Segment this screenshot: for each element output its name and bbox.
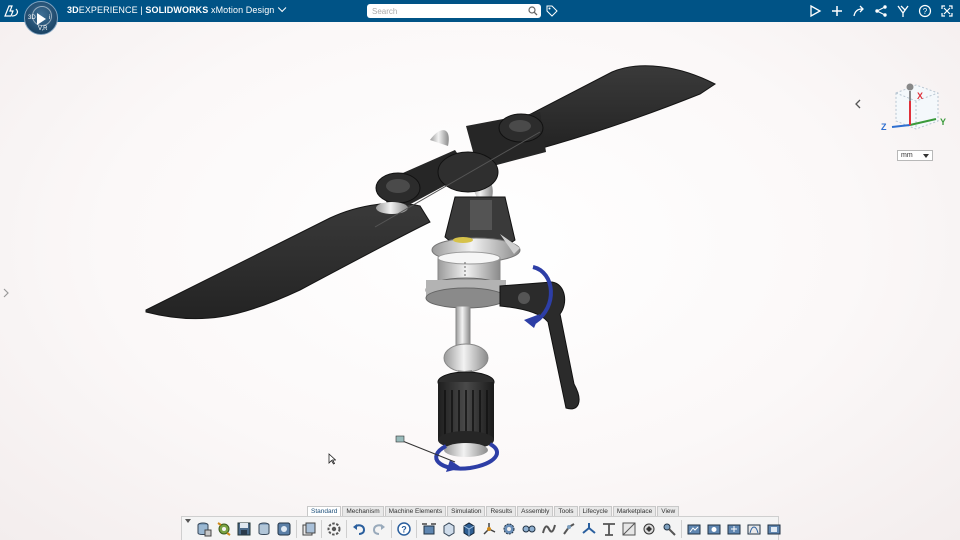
tab-tools[interactable]: Tools bbox=[554, 506, 578, 516]
part-icon[interactable] bbox=[461, 521, 477, 537]
linkage-icon[interactable] bbox=[561, 521, 577, 537]
action-bar-tabs: Standard Mechanism Machine Elements Simu… bbox=[307, 506, 680, 516]
app-name: xMotion Design bbox=[208, 5, 275, 15]
mechanism-icon[interactable] bbox=[421, 521, 437, 537]
helicopter-rotor-model[interactable] bbox=[0, 22, 960, 502]
search-input[interactable] bbox=[367, 4, 541, 18]
nav-axis-z bbox=[891, 124, 911, 128]
motion2-icon[interactable] bbox=[706, 521, 722, 537]
robot-icon[interactable] bbox=[661, 521, 677, 537]
search-icon[interactable] bbox=[528, 6, 538, 16]
save-icon[interactable] bbox=[236, 521, 252, 537]
bearing bbox=[443, 343, 489, 373]
unit-select[interactable]: mm bbox=[897, 150, 933, 161]
brand-product: SOLIDWORKS bbox=[145, 5, 209, 15]
top-bar-actions: ? bbox=[808, 4, 954, 18]
social-icon[interactable] bbox=[874, 4, 888, 18]
compass-widget[interactable]: 3D i V,R bbox=[24, 1, 58, 35]
nav-label-z: Z bbox=[881, 122, 887, 132]
unit-value: mm bbox=[901, 152, 913, 159]
mouse-cursor-icon bbox=[328, 453, 336, 465]
tab-lifecycle[interactable]: Lifecycle bbox=[578, 506, 612, 516]
motion5-icon[interactable] bbox=[766, 521, 782, 537]
play-icon[interactable] bbox=[808, 4, 822, 18]
apps-icon[interactable] bbox=[896, 4, 910, 18]
nav-label-x: X bbox=[917, 91, 923, 101]
navigation-cube[interactable]: X Y Z bbox=[876, 77, 952, 139]
spring-icon[interactable] bbox=[541, 521, 557, 537]
undo-icon[interactable] bbox=[351, 521, 367, 537]
brand-3d: 3D bbox=[67, 5, 79, 15]
main-shaft bbox=[455, 305, 471, 347]
tab-view[interactable]: View bbox=[657, 506, 680, 516]
chevron-down-icon[interactable] bbox=[278, 3, 287, 13]
rotate-joint-icon[interactable] bbox=[581, 521, 597, 537]
share-icon[interactable] bbox=[852, 4, 866, 18]
3d-viewport[interactable]: X Y Z mm bbox=[0, 22, 960, 502]
save-db-icon[interactable] bbox=[196, 521, 212, 537]
tab-machine-elements[interactable]: Machine Elements bbox=[384, 506, 447, 516]
help-icon[interactable]: ? bbox=[918, 4, 932, 18]
motion3-icon[interactable] bbox=[726, 521, 742, 537]
rotor-blade-left bbox=[145, 202, 431, 320]
motion-icon[interactable] bbox=[686, 521, 702, 537]
clamp-lever bbox=[499, 281, 580, 410]
toolbar-separator bbox=[416, 519, 417, 538]
app-title[interactable]: 3DEXPERIENCE | SOLIDWORKS xMotion Design bbox=[67, 3, 287, 15]
fullscreen-icon[interactable] bbox=[940, 4, 954, 18]
help-icon[interactable]: ? bbox=[396, 521, 412, 537]
tag-icon[interactable] bbox=[546, 5, 558, 17]
tab-simulation[interactable]: Simulation bbox=[447, 506, 486, 516]
dropdown-arrow-icon bbox=[923, 154, 929, 158]
analyze-icon[interactable] bbox=[641, 521, 657, 537]
save-local-icon[interactable] bbox=[256, 521, 272, 537]
top-bar: 3DEXPERIENCE | SOLIDWORKS xMotion Design… bbox=[0, 0, 960, 22]
svg-text:?: ? bbox=[401, 524, 407, 534]
svg-text:?: ? bbox=[923, 7, 928, 16]
tab-marketplace[interactable]: Marketplace bbox=[612, 506, 657, 516]
compass-play-icon[interactable] bbox=[37, 13, 46, 25]
brand-experience: EXPERIENCE | bbox=[78, 5, 146, 15]
panel-expand-handle[interactable] bbox=[2, 288, 10, 298]
redo-icon[interactable] bbox=[371, 521, 387, 537]
compass-quadrant-info[interactable]: i bbox=[49, 15, 50, 21]
toolbar-separator bbox=[296, 519, 297, 538]
tab-assembly[interactable]: Assembly bbox=[517, 506, 554, 516]
compass-quadrant-vr[interactable]: V,R bbox=[38, 26, 47, 32]
toolbar-separator bbox=[346, 519, 347, 538]
copy-icon[interactable] bbox=[301, 521, 317, 537]
add-icon[interactable] bbox=[830, 4, 844, 18]
toolbar-separator bbox=[321, 519, 322, 538]
settings-icon[interactable] bbox=[276, 521, 292, 537]
gear-refresh-icon[interactable] bbox=[216, 521, 232, 537]
chevron-left-icon[interactable] bbox=[853, 98, 863, 110]
motion4-icon[interactable] bbox=[746, 521, 762, 537]
slider-icon[interactable] bbox=[601, 521, 617, 537]
action-bar: ? bbox=[181, 516, 782, 540]
collapse-toolbar-icon[interactable] bbox=[185, 519, 191, 523]
grip-clamp-left bbox=[376, 202, 408, 214]
tab-results[interactable]: Results bbox=[486, 506, 517, 516]
belt-icon[interactable] bbox=[621, 521, 637, 537]
dassault-logo-icon[interactable] bbox=[3, 3, 21, 19]
toolbar-separator bbox=[391, 519, 392, 538]
chain-icon[interactable] bbox=[521, 521, 537, 537]
tab-mechanism[interactable]: Mechanism bbox=[342, 506, 384, 516]
tab-standard[interactable]: Standard bbox=[307, 506, 342, 516]
options-icon[interactable] bbox=[326, 521, 342, 537]
joint-icon[interactable] bbox=[481, 521, 497, 537]
toolbar-separator bbox=[681, 519, 682, 538]
nav-label-y: Y bbox=[940, 117, 946, 127]
gear-icon[interactable] bbox=[501, 521, 517, 537]
frame-icon[interactable] bbox=[441, 521, 457, 537]
compass-quadrant-3d[interactable]: 3D bbox=[28, 15, 36, 21]
